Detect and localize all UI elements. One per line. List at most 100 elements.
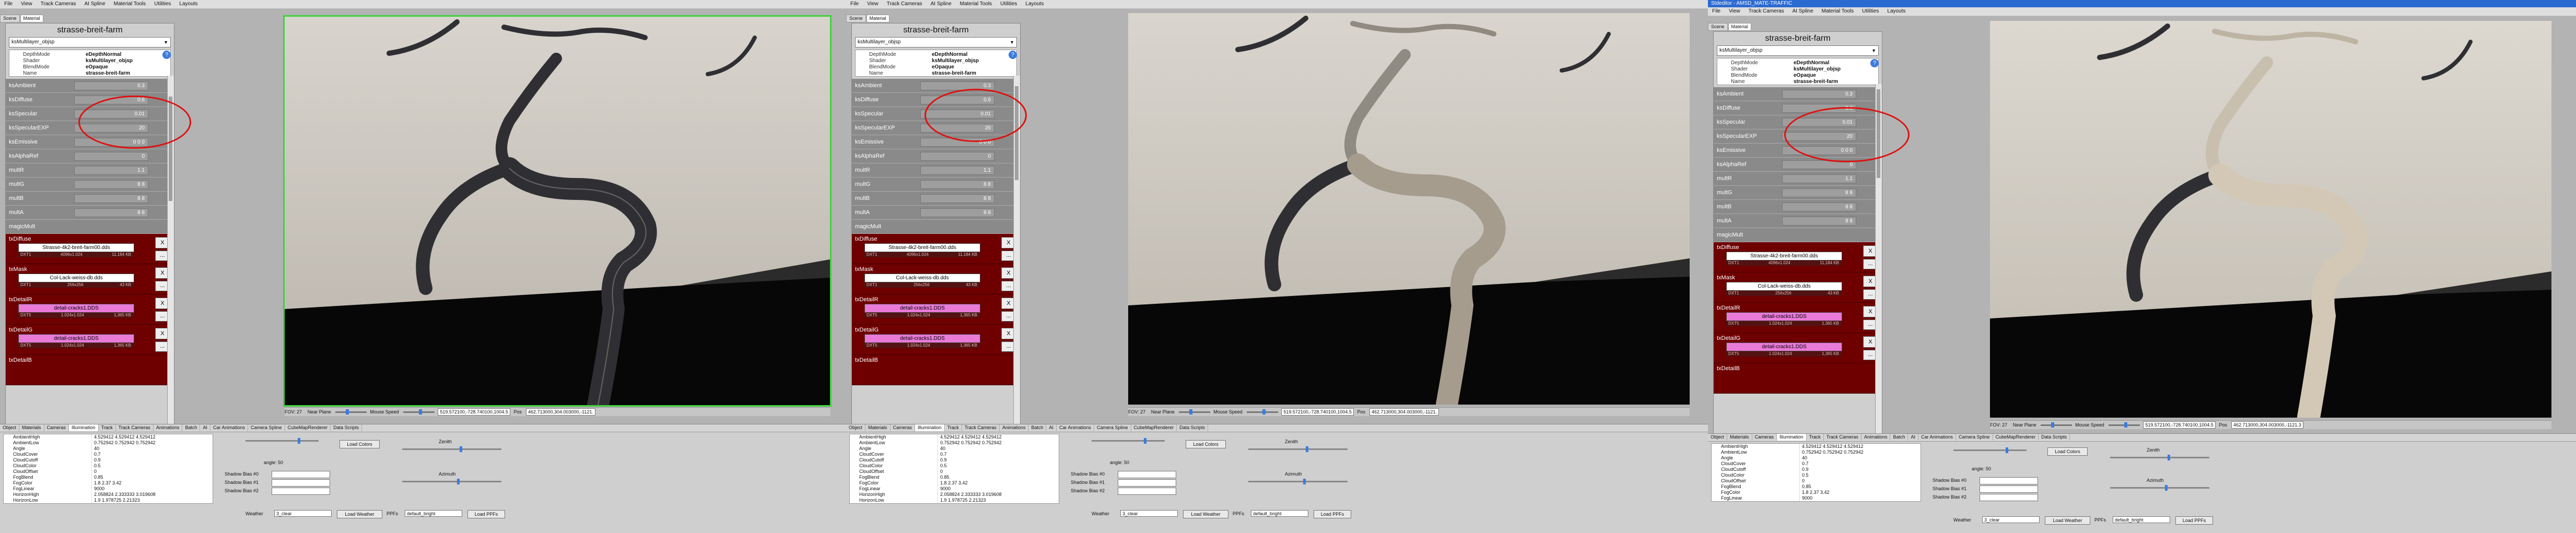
property-row[interactable]: Angle 40 (850, 446, 1059, 452)
shadow-bias-1-input[interactable] (272, 479, 330, 487)
tab-illumination[interactable]: Illumination (915, 424, 945, 431)
param-value-field[interactable]: 8 8 (920, 194, 994, 203)
property-row[interactable]: AmbientLow 0.752942 0.752942 0.752942 (4, 440, 213, 446)
camera-coords-field[interactable]: 519.572100,-728.740100,1004.5 (1281, 408, 1354, 416)
load-colors-button[interactable]: Load Colors (339, 440, 380, 448)
property-value[interactable]: 0.9 (1800, 467, 1809, 472)
help-icon[interactable]: ? (162, 51, 171, 59)
property-row[interactable]: CloudColor 0.5 (850, 463, 1059, 469)
property-row[interactable]: CloudOffset 0 (4, 469, 213, 475)
menu-layouts[interactable]: Layouts (1883, 7, 1910, 16)
shadow-bias-1-input[interactable] (1118, 479, 1176, 487)
property-value[interactable]: 0.85 (938, 475, 950, 480)
mouse-speed-slider[interactable] (1246, 409, 1278, 415)
property-row[interactable]: AmbientHigh 4.529412 4.529412 4.529412 (850, 434, 1059, 440)
tab-track[interactable]: Track (945, 424, 962, 431)
tab-cameras[interactable]: Cameras (1752, 434, 1777, 441)
param-value-field[interactable]: 0 (920, 151, 994, 161)
viewport-3d[interactable] (1128, 13, 1690, 405)
tab-illumination[interactable]: Illumination (1777, 434, 1807, 441)
tab-cameras[interactable]: Cameras (44, 424, 69, 431)
property-row[interactable]: CloudCutoff 0.9 (4, 457, 213, 463)
texture-file[interactable]: detail-cracks1.DDS (18, 304, 134, 313)
menu-material-tools[interactable]: Material Tools (1818, 7, 1858, 16)
load-ppfs-button[interactable]: Load PPFs (467, 510, 505, 518)
property-row[interactable]: FogLinear 9000 (850, 486, 1059, 492)
shadow-bias-0-input[interactable] (1118, 471, 1176, 478)
texture-file[interactable]: detail-cracks1.DDS (864, 334, 980, 343)
angle-slider[interactable] (1953, 447, 2027, 453)
property-value[interactable]: 0.5 (92, 463, 101, 469)
menu-utilities[interactable]: Utilities (996, 0, 1021, 8)
param-value-field[interactable]: 8 8 (920, 208, 994, 217)
param-value-field[interactable]: 1.1 (920, 165, 994, 175)
param-value-field[interactable]: 1.1 (1782, 174, 1856, 183)
property-value[interactable]: 0.752942 0.752942 0.752942 (92, 440, 156, 446)
menu-ai-spline[interactable]: AI Spline (1788, 7, 1818, 16)
load-weather-button[interactable]: Load Weather (337, 510, 382, 518)
property-value[interactable]: 4.529412 4.529412 4.529412 (938, 434, 1002, 440)
tab-materials[interactable]: Materials (1727, 434, 1752, 441)
property-row[interactable]: AmbientHigh 4.529412 4.529412 4.529412 (1712, 444, 1921, 449)
param-value-field[interactable]: 8 8 (74, 180, 148, 189)
near-plane-slider[interactable] (2040, 422, 2072, 428)
property-value[interactable]: 9000 (92, 486, 104, 492)
tab-camera-spline[interactable]: Camera Spline (248, 424, 285, 431)
param-value-field[interactable]: 8 8 (1782, 202, 1856, 211)
property-value[interactable]: 1.9 1.978725 2.21323 (938, 498, 986, 503)
tab-animations[interactable]: Animations (1861, 434, 1891, 441)
property-row[interactable]: FogColor 1.8 2.37 3.42 (4, 480, 213, 486)
menu-track-cameras[interactable]: Track Cameras (1744, 7, 1788, 16)
property-row[interactable]: CloudCutoff 0.9 (1712, 467, 1921, 472)
property-row[interactable]: HorizonLow 1.9 1.978725 2.21323 (4, 498, 213, 503)
property-value[interactable]: 0.9 (938, 457, 947, 463)
tab-material[interactable]: Material (20, 15, 43, 22)
property-value[interactable]: 0.7 (92, 452, 101, 457)
property-row[interactable]: FogColor 1.8 2.37 3.42 (850, 480, 1059, 486)
property-value[interactable]: 40 (938, 446, 945, 452)
menu-view[interactable]: View (1725, 7, 1744, 16)
tab-track[interactable]: Track (1807, 434, 1824, 441)
property-row[interactable]: CloudCover 0.7 (4, 452, 213, 457)
property-value[interactable]: 0.5 (1800, 472, 1809, 478)
property-value[interactable]: 0.5 (938, 463, 947, 469)
property-value[interactable]: 0.85 (1800, 484, 1811, 490)
menu-material-tools[interactable]: Material Tools (110, 0, 150, 8)
menu-file[interactable]: File (1708, 7, 1725, 16)
load-ppfs-button[interactable]: Load PPFs (2175, 516, 2213, 525)
menu-ai-spline[interactable]: AI Spline (80, 0, 110, 8)
tab-animations[interactable]: Animations (154, 424, 183, 431)
property-row[interactable]: CloudOffset 0 (850, 469, 1059, 475)
shadow-bias-0-input[interactable] (1980, 477, 2038, 484)
texture-file[interactable]: Strasse-4k2-breit-farm00.dds (1726, 252, 1842, 260)
shadow-bias-1-input[interactable] (1980, 485, 2038, 493)
shader-select[interactable]: ksMultilayer_objsp ▼ (1717, 45, 1879, 56)
tab-object[interactable]: Object (1708, 434, 1728, 441)
property-row[interactable]: HorizonLow 1.9 1.978725 2.21323 (850, 498, 1059, 503)
shader-select[interactable]: ksMultilayer_objsp ▼ (855, 37, 1017, 48)
menu-track-cameras[interactable]: Track Cameras (37, 0, 80, 8)
property-row[interactable]: FogBlend 0.85 (850, 475, 1059, 480)
load-colors-button[interactable]: Load Colors (2047, 447, 2088, 456)
ppf-select[interactable]: default_bright (405, 510, 462, 517)
property-value[interactable]: 4.529412 4.529412 4.529412 (92, 434, 156, 440)
pos-field[interactable]: 462.713000,304.003000,-1121.3 (2231, 421, 2303, 429)
shadow-bias-2-input[interactable] (1980, 494, 2038, 501)
texture-file[interactable]: detail-cracks1.DDS (1726, 312, 1842, 321)
shader-select[interactable]: ksMultilayer_objsp ▼ (9, 37, 171, 48)
tab-camera-spline[interactable]: Camera Spline (1956, 434, 1993, 441)
param-value-field[interactable]: 8 8 (74, 194, 148, 203)
property-value[interactable]: 2.058824 2.333333 3.019608 (938, 492, 1002, 498)
property-value[interactable]: 9000 (938, 486, 951, 492)
property-row[interactable]: CloudColor 0.5 (1712, 472, 1921, 478)
azimuth-slider[interactable] (402, 479, 501, 484)
property-row[interactable]: Angle 40 (1712, 455, 1921, 461)
tab-track-cameras[interactable]: Track Cameras (962, 424, 1000, 431)
help-icon[interactable]: ? (1009, 51, 1017, 59)
tab-ai[interactable]: AI (1908, 434, 1918, 441)
tab-data-scripts[interactable]: Data Scripts (331, 424, 362, 431)
param-value-field[interactable]: 0.3 (74, 81, 148, 90)
property-row[interactable]: CloudColor 0.5 (4, 463, 213, 469)
pos-field[interactable]: 462.713000,304.003000,-1121. (1369, 408, 1439, 416)
tab-cubemap-renderer[interactable]: CubeMapRenderer (285, 424, 331, 431)
